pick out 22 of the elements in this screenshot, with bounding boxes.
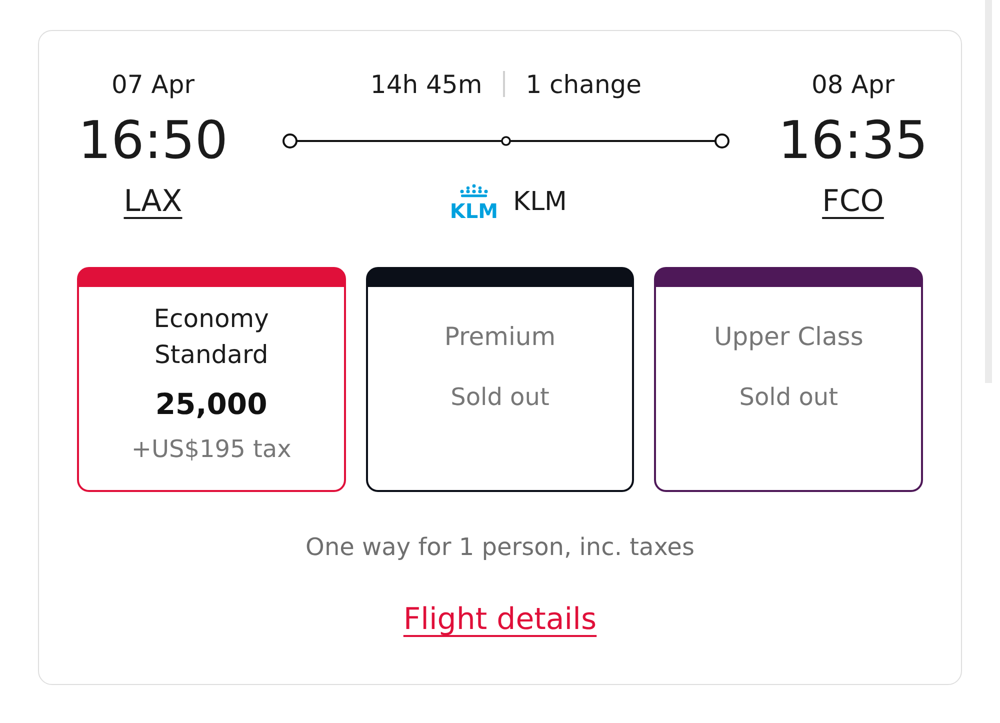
airport-link[interactable]: FCO [822, 183, 884, 221]
changes-label: 1 change [526, 70, 642, 98]
flight-details-link[interactable]: Flight details [403, 601, 597, 639]
airline-logo: KLM [445, 184, 504, 220]
duration-label: 14h 45m [370, 70, 482, 98]
fare-card[interactable]: Upper Class Sold out [654, 267, 923, 492]
tax-amount: +US$195 tax [131, 434, 292, 465]
date-label: 07 Apr [111, 70, 194, 98]
cabin-name: Economy Standard [152, 303, 270, 371]
time-label: 16:50 [78, 111, 228, 171]
availability-status: Sold out [450, 382, 550, 413]
airport-link[interactable]: LAX [124, 183, 182, 221]
fare-card[interactable]: Premium Sold out [366, 267, 634, 492]
points-price: 25,000 [155, 386, 268, 423]
time-label: 16:35 [778, 111, 928, 171]
cabin-name: Premium [444, 321, 556, 353]
availability-status: Sold out [739, 382, 838, 413]
fare-card[interactable]: Economy Standard 25,000 +US$195 tax [77, 267, 346, 492]
date-label: 08 Apr [811, 70, 894, 98]
airline-name: KLM [513, 187, 567, 217]
fare-note: One way for 1 person, inc. taxes [304, 532, 696, 562]
cabin-name: Upper Class [714, 321, 864, 353]
